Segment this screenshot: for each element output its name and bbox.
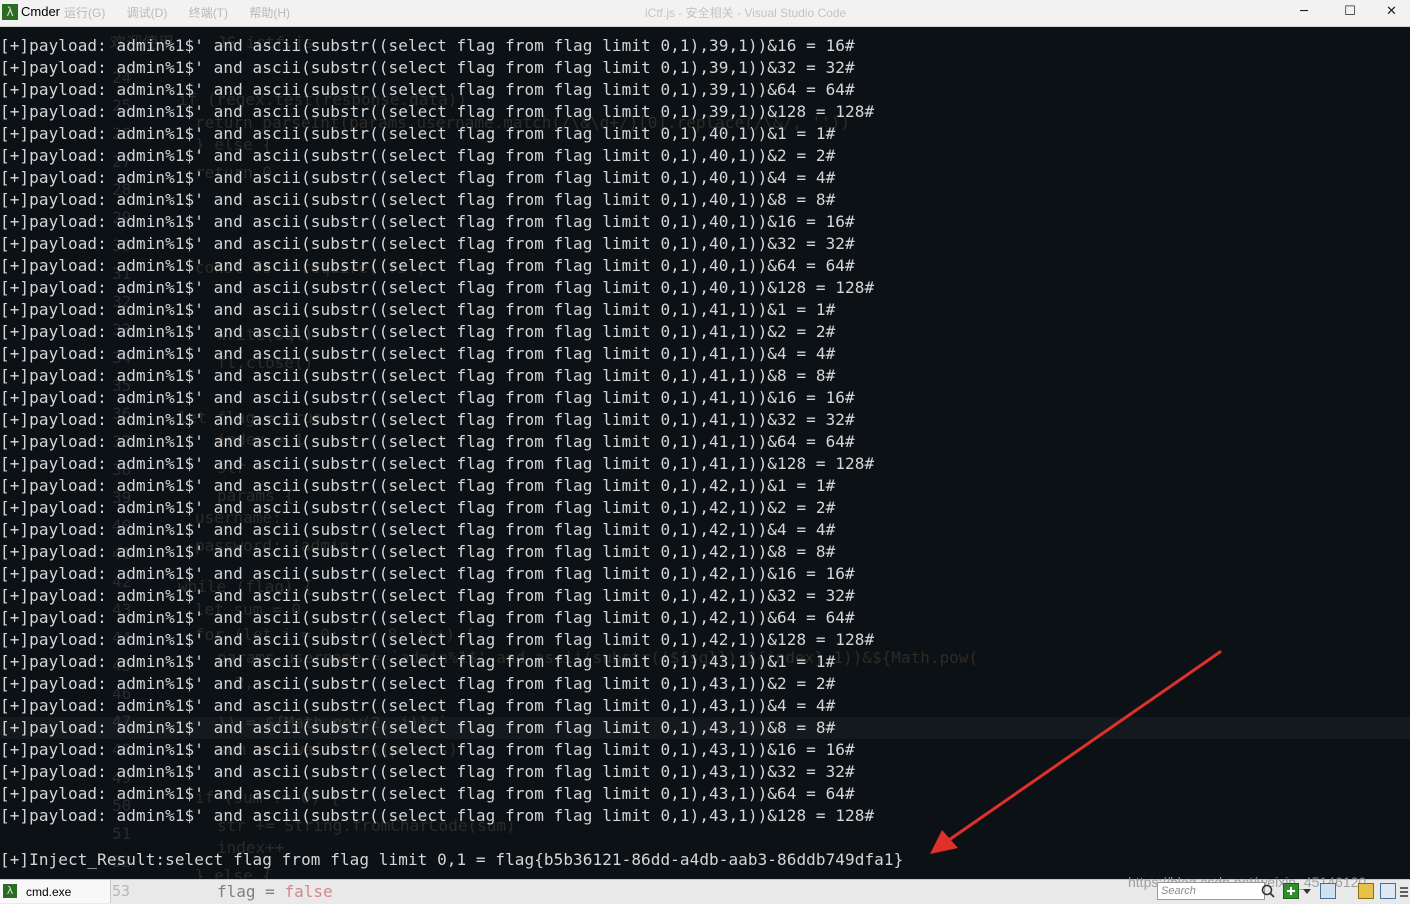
payload-line: [+]payload: admin%1$' and ascii(substr((… — [0, 674, 836, 693]
ghost-menu-item: 运行(G) — [64, 6, 106, 20]
maximize-button[interactable]: ☐ — [1327, 0, 1373, 26]
payload-line: [+]payload: admin%1$' and ascii(substr((… — [0, 454, 875, 473]
search-icon[interactable] — [1260, 883, 1276, 899]
lambda-icon: λ — [2, 4, 18, 20]
payload-line: [+]payload: admin%1$' and ascii(substr((… — [0, 124, 836, 143]
payload-line: [+]payload: admin%1$' and ascii(substr((… — [0, 168, 836, 187]
payload-line: [+]payload: admin%1$' and ascii(substr((… — [0, 102, 875, 121]
ghost-menu: 运行(G) 调试(D) 终端(T) 帮助(H) — [64, 4, 308, 21]
title-bar: λ Cmder 运行(G) 调试(D) 终端(T) 帮助(H) iCtf.js … — [0, 0, 1410, 27]
dropdown-icon[interactable] — [1302, 883, 1318, 899]
payload-line: [+]payload: admin%1$' and ascii(substr((… — [0, 344, 836, 363]
payload-line: [+]payload: admin%1$' and ascii(substr((… — [0, 718, 836, 737]
payload-line: [+]payload: admin%1$' and ascii(substr((… — [0, 520, 836, 539]
payload-lines: [+]payload: admin%1$' and ascii(substr((… — [0, 35, 874, 827]
lambda-icon: λ — [3, 884, 17, 898]
payload-line: [+]payload: admin%1$' and ascii(substr((… — [0, 278, 875, 297]
tab-cmd[interactable]: λ cmd.exe — [0, 880, 111, 903]
tab-label: cmd.exe — [26, 885, 72, 899]
payload-line: [+]payload: admin%1$' and ascii(substr((… — [0, 190, 836, 209]
payload-line: [+]payload: admin%1$' and ascii(substr((… — [0, 740, 855, 759]
payload-line: [+]payload: admin%1$' and ascii(substr((… — [0, 542, 836, 561]
payload-line: [+]payload: admin%1$' and ascii(substr((… — [0, 36, 855, 55]
payload-line: [+]payload: admin%1$' and ascii(substr((… — [0, 476, 836, 495]
ghost-line-number: 53 — [112, 882, 131, 900]
payload-line: [+]payload: admin%1$' and ascii(substr((… — [0, 696, 836, 715]
ghost-window-title: iCtf.js - 安全相关 - Visual Studio Code — [645, 6, 847, 20]
menu-icon[interactable] — [1399, 883, 1410, 899]
inject-result-line: [+]Inject_Result:select flag from flag l… — [0, 850, 904, 869]
payload-line: [+]payload: admin%1$' and ascii(substr((… — [0, 212, 855, 231]
payload-line: [+]payload: admin%1$' and ascii(substr((… — [0, 300, 836, 319]
payload-line: [+]payload: admin%1$' and ascii(substr((… — [0, 322, 836, 341]
payload-line: [+]payload: admin%1$' and ascii(substr((… — [0, 564, 855, 583]
window-title: Cmder — [21, 4, 61, 19]
layout-icon[interactable] — [1320, 883, 1336, 899]
payload-line: [+]payload: admin%1$' and ascii(substr((… — [0, 58, 855, 77]
add-console-icon[interactable] — [1283, 883, 1299, 899]
ghost-menu-item: 终端(T) — [188, 6, 229, 20]
payload-line: [+]payload: admin%1$' and ascii(substr((… — [0, 366, 836, 385]
payload-line: [+]payload: admin%1$' and ascii(substr((… — [0, 762, 855, 781]
payload-line: [+]payload: admin%1$' and ascii(substr((… — [0, 630, 875, 649]
payload-line: [+]payload: admin%1$' and ascii(substr((… — [0, 608, 855, 627]
minimize-button[interactable]: ─ — [1281, 0, 1327, 26]
ghost-menu-item: 调试(D) — [126, 6, 168, 20]
lock-icon[interactable] — [1358, 883, 1374, 899]
payload-line: [+]payload: admin%1$' and ascii(substr((… — [0, 146, 836, 165]
payload-line: [+]payload: admin%1$' and ascii(substr((… — [0, 80, 855, 99]
payload-line: [+]payload: admin%1$' and ascii(substr((… — [0, 388, 855, 407]
payload-line: [+]payload: admin%1$' and ascii(substr((… — [0, 586, 855, 605]
terminal-output[interactable]: 24 25 26 27 28 29 30 31 32 33 34 35 36 37 38 39 40 41 42 43… — [0, 27, 1410, 879]
close-button[interactable]: ✕ — [1373, 0, 1410, 26]
layout-icon[interactable] — [1380, 883, 1396, 899]
payload-line: [+]payload: admin%1$' and ascii(substr((… — [0, 806, 875, 825]
search-input[interactable]: Search — [1157, 882, 1265, 900]
payload-line: [+]payload: admin%1$' and ascii(substr((… — [0, 498, 836, 517]
payload-line: [+]payload: admin%1$' and ascii(substr((… — [0, 410, 855, 429]
payload-line: [+]payload: admin%1$' and ascii(substr((… — [0, 432, 855, 451]
payload-line: [+]payload: admin%1$' and ascii(substr((… — [0, 784, 855, 803]
ghost-menu-item: 帮助(H) — [249, 6, 291, 20]
ghost-code-flag-line: flag = false — [217, 882, 333, 901]
payload-line: [+]payload: admin%1$' and ascii(substr((… — [0, 256, 855, 275]
payload-line: [+]payload: admin%1$' and ascii(substr((… — [0, 652, 836, 671]
payload-line: [+]payload: admin%1$' and ascii(substr((… — [0, 234, 855, 253]
tab-bar: λ cmd.exe 53 flag = false https://blog.c… — [0, 874, 1410, 904]
